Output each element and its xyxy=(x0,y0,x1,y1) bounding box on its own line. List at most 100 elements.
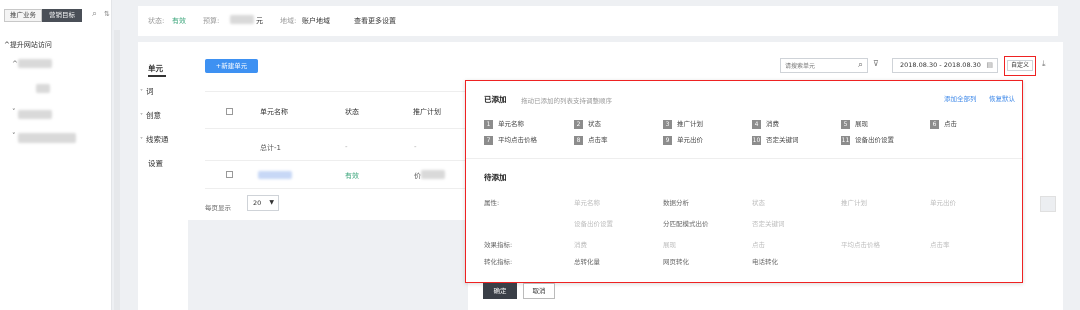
effect-label: 效果指标: xyxy=(484,241,513,249)
column-label: 点击率 xyxy=(588,136,608,144)
pending-conversion-option[interactable]: 网页转化 xyxy=(663,256,689,266)
chevron-up-icon[interactable]: ^ xyxy=(12,60,18,68)
added-column-item[interactable]: 7 平均点击价格 xyxy=(484,134,537,145)
pending-effect-option[interactable]: 点击 xyxy=(752,239,765,249)
column-order-number: 3 xyxy=(663,120,672,129)
pending-attribute-option[interactable]: 分匹配模式出价 xyxy=(663,218,709,228)
region-key: 地域: xyxy=(280,17,297,25)
column-order-number: 9 xyxy=(663,136,672,145)
column-unit-name[interactable]: 单元名称 xyxy=(260,107,288,117)
restore-default-link[interactable]: 恢复默认 xyxy=(989,93,1015,103)
pending-effect-option[interactable]: 展现 xyxy=(663,239,676,249)
pending-effect-option[interactable]: 点击率 xyxy=(930,239,950,249)
added-column-item[interactable]: 11 设备出价设置 xyxy=(841,134,894,145)
drag-hint: 拖动已添加的列表支持调整顺序 xyxy=(521,97,612,105)
row-plan[interactable]: 价 xyxy=(414,171,421,181)
pending-effect-option[interactable]: 平均点击价格 xyxy=(841,239,880,249)
column-order-number: 1 xyxy=(484,120,493,129)
pending-attribute-option[interactable]: 否定关键词 xyxy=(752,218,785,228)
sidebar-scrollbar[interactable] xyxy=(114,30,120,310)
select-all-checkbox[interactable] xyxy=(226,108,233,115)
added-column-item[interactable]: 9 单元出价 xyxy=(663,134,703,145)
added-column-item[interactable]: 8 点击率 xyxy=(574,134,608,145)
column-label: 点击 xyxy=(944,120,957,128)
redacted-plan[interactable] xyxy=(421,170,445,179)
pending-attribute-option[interactable]: 推广计划 xyxy=(841,197,867,207)
row-status: 有效 xyxy=(345,172,359,180)
nav-creative[interactable]: ˅ 创意 xyxy=(140,110,161,121)
added-column-item[interactable]: 4 消费 xyxy=(752,118,779,129)
nav-keyword[interactable]: ˅ 词 xyxy=(140,86,154,97)
column-order-number: 4 xyxy=(752,120,761,129)
added-column-item[interactable]: 2 状态 xyxy=(574,118,601,129)
column-order-number: 11 xyxy=(841,136,850,145)
total-label: 总计-1 xyxy=(260,144,281,152)
search-icon[interactable]: ⌕ xyxy=(858,60,863,70)
tab-marketing-goal[interactable]: 营销目标 xyxy=(42,9,82,22)
chevron-down-icon[interactable]: ˅ xyxy=(12,108,16,116)
filter-icon[interactable]: ⊽ xyxy=(873,59,879,68)
add-all-link[interactable]: 添加全部列 xyxy=(944,93,977,103)
pending-attribute-option[interactable]: 状态 xyxy=(752,197,765,207)
added-column-item[interactable]: 5 展现 xyxy=(841,118,868,129)
row-divider xyxy=(205,188,465,189)
redacted-unit-name[interactable] xyxy=(36,84,50,93)
pending-conversion-option[interactable]: 电话转化 xyxy=(752,256,778,266)
added-column-item[interactable]: 1 单元名称 xyxy=(484,118,524,129)
chevron-down-icon: ˅ xyxy=(140,137,143,144)
budget-key: 预算: xyxy=(203,17,220,25)
panel-divider xyxy=(466,158,1022,159)
download-icon[interactable]: ⤓ xyxy=(1042,59,1046,69)
settings-summary-bar: 状态: 有效 预算: 元 地域: 账户地域 查看更多设置 xyxy=(138,6,1058,36)
search-box: ⌕ xyxy=(780,58,868,73)
tree-root-item[interactable]: ^提升网站访问 xyxy=(4,40,52,50)
redacted-plan-name[interactable] xyxy=(18,133,76,143)
search-input[interactable] xyxy=(785,61,849,71)
level-nav: 单元 ˅ 词 ˅ 创意 ˅ 线索通 设置 xyxy=(138,55,188,205)
right-scroll-button[interactable] xyxy=(1040,196,1056,212)
column-order-number: 8 xyxy=(574,136,583,145)
date-range-picker[interactable]: 2018.08.30 - 2018.08.30 ▤ xyxy=(892,58,998,73)
pending-attribute-option[interactable]: 设备出价设置 xyxy=(574,218,613,228)
nav-settings[interactable]: 设置 xyxy=(148,158,163,169)
search-icon[interactable]: ⌕ xyxy=(92,9,97,19)
pending-effect-option[interactable]: 消费 xyxy=(574,239,587,249)
nav-lead-label: 线索通 xyxy=(146,135,169,144)
pending-attribute-option[interactable]: 单元出价 xyxy=(930,197,956,207)
redacted-unit-link[interactable] xyxy=(258,171,292,179)
sort-icon[interactable]: ⇅ xyxy=(104,10,110,18)
pending-attribute-option[interactable]: 数据分析 xyxy=(663,197,689,207)
chevron-down-icon: ˅ xyxy=(140,89,143,96)
tab-promotion-business[interactable]: 推广业务 xyxy=(4,9,42,22)
page-size-select[interactable]: 20 ▼ xyxy=(247,195,279,211)
new-unit-button[interactable]: +新建单元 xyxy=(205,59,258,73)
column-order-number: 10 xyxy=(752,136,761,145)
column-status[interactable]: 状态 xyxy=(345,107,359,117)
nav-lead[interactable]: ˅ 线索通 xyxy=(140,134,169,145)
cancel-button[interactable]: 取消 xyxy=(523,283,555,299)
added-column-item[interactable]: 10 否定关键词 xyxy=(752,134,799,145)
column-label: 单元名称 xyxy=(498,120,524,128)
chevron-down-icon: ˅ xyxy=(140,113,143,120)
chevron-down-icon[interactable]: ˅ xyxy=(12,132,16,140)
column-order-number: 6 xyxy=(930,120,939,129)
redacted-plan-name[interactable] xyxy=(18,110,52,119)
confirm-button[interactable]: 确定 xyxy=(483,283,517,299)
row-checkbox[interactable] xyxy=(226,171,233,178)
column-label: 否定关键词 xyxy=(766,136,799,144)
added-column-item[interactable]: 3 推广计划 xyxy=(663,118,703,129)
column-label: 推广计划 xyxy=(677,120,703,128)
nav-active-indicator xyxy=(148,75,166,77)
added-column-item[interactable]: 6 点击 xyxy=(930,118,957,129)
pending-attribute-option[interactable]: 单元名称 xyxy=(574,197,600,207)
custom-columns-button[interactable]: 自定义 xyxy=(1004,56,1036,76)
redacted-plan-name[interactable] xyxy=(18,59,52,68)
column-order-number: 5 xyxy=(841,120,850,129)
more-settings-link[interactable]: 查看更多设置 xyxy=(354,16,396,26)
pending-conversion-option[interactable]: 总转化量 xyxy=(574,256,600,266)
page-size-label: 每页显示 xyxy=(205,204,231,212)
nav-unit[interactable]: 单元 xyxy=(148,63,163,74)
column-plan[interactable]: 推广计划 xyxy=(413,107,441,117)
conversion-label: 转化指标: xyxy=(484,258,513,266)
calendar-icon: ▤ xyxy=(986,61,993,69)
